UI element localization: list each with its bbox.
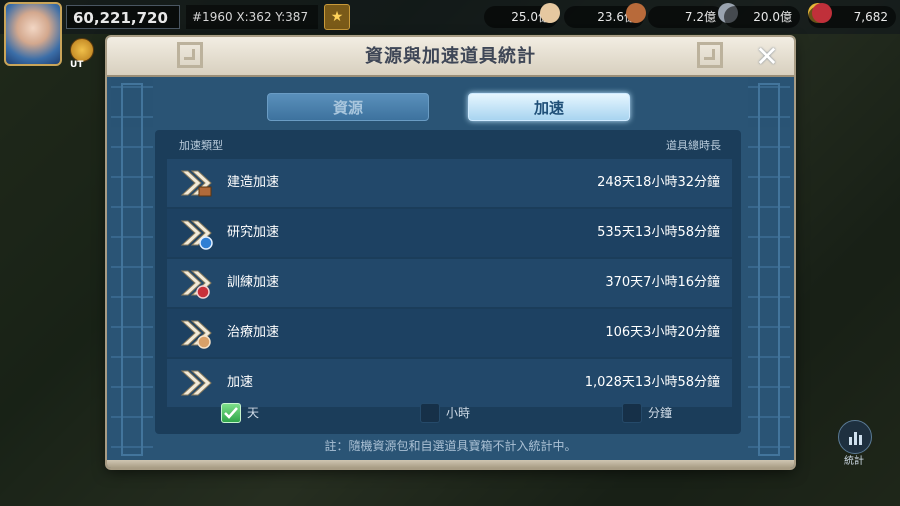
right-decor-border — [748, 77, 790, 462]
speedup-total-value: 106天3小時20分鐘 — [605, 325, 720, 340]
footnote: 註：隨機資源包和自選道具寶箱不計入統計中。 — [324, 439, 577, 453]
bookmark-icon[interactable]: ★ — [324, 4, 350, 30]
tab-speedups[interactable]: 加速 — [468, 93, 630, 121]
speedup-type-label: 訓練加速 — [227, 275, 280, 290]
list-item: 研究加速 535天13小時58分鐘 — [167, 209, 732, 257]
list-item: 建造加速 248天18小時32分鐘 — [167, 159, 732, 207]
unit-minute-checkbox[interactable] — [622, 403, 642, 423]
stone-resource[interactable]: 7.2億 — [648, 6, 724, 28]
list-item: 訓練加速 370天7小時16分鐘 — [167, 259, 732, 307]
gold-resource[interactable]: 20.0億 — [724, 6, 800, 28]
gem-icon — [812, 3, 832, 23]
alliance-badge-icon[interactable] — [70, 38, 94, 62]
column-header-type: 加速類型 — [179, 139, 223, 152]
healing-speedup-icon — [180, 320, 212, 349]
speedup-total-value: 248天18小時32分鐘 — [597, 175, 720, 190]
tab-resources[interactable]: 資源 — [267, 93, 429, 121]
unit-minute-label: 分鐘 — [648, 406, 673, 420]
research-speedup-icon — [180, 220, 213, 250]
gems-value: 7,682 — [853, 10, 888, 24]
list-item: 治療加速 106天3小時20分鐘 — [167, 309, 732, 357]
list-item: 加速 1,028天13小時58分鐘 — [167, 359, 732, 407]
speedup-total-value: 1,028天13小時58分鐘 — [584, 375, 720, 390]
dialog-header: 資源與加速道具統計 — [107, 37, 794, 77]
food-icon — [540, 3, 560, 23]
speedup-type-label: 加速 — [227, 375, 254, 390]
dialog-title: 資源與加速道具統計 — [365, 46, 536, 67]
checkmark-icon — [224, 407, 238, 419]
speedup-type-label: 治療加速 — [227, 325, 280, 340]
speedup-total-value: 535天13小時58分鐘 — [597, 225, 720, 240]
dialog-bottom-trim — [107, 460, 794, 468]
power-display: 60,221,720 — [66, 5, 180, 29]
alliance-tag: UT — [70, 60, 84, 70]
training-speedup-icon — [180, 270, 212, 299]
universal-speedup-icon — [180, 370, 212, 396]
statistics-label: 統計 — [844, 456, 864, 467]
unit-day-checkbox[interactable] — [221, 403, 241, 423]
unit-day-label: 天 — [247, 406, 260, 420]
speedup-type-label: 建造加速 — [227, 175, 280, 190]
close-icon[interactable]: ✕ — [753, 43, 781, 72]
statistics-button[interactable] — [838, 420, 872, 454]
bar-chart-icon — [849, 432, 862, 445]
speedup-stats-dialog: 資源與加速道具統計 ✕ 資源 加速 加速類型 道具總時長 建造加速 248天18… — [107, 37, 794, 468]
wood-icon — [626, 3, 646, 23]
gold-value: 20.0億 — [753, 10, 792, 24]
speedup-total-value: 370天7小時16分鐘 — [605, 275, 720, 290]
coordinates-display[interactable]: #1960 X:362 Y:387 — [186, 5, 318, 29]
left-decor-border — [111, 77, 153, 462]
speedup-list-panel: 加速類型 道具總時長 建造加速 248天18小時32分鐘 研究加速 535天13… — [155, 130, 741, 434]
build-speedup-icon — [180, 170, 212, 197]
column-header-total: 道具總時長 — [666, 139, 721, 152]
speedup-type-label: 研究加速 — [227, 225, 280, 240]
unit-hour-label: 小時 — [446, 406, 471, 420]
player-avatar[interactable] — [4, 2, 62, 66]
stone-value: 7.2億 — [684, 10, 716, 24]
unit-hour-checkbox[interactable] — [420, 403, 440, 423]
